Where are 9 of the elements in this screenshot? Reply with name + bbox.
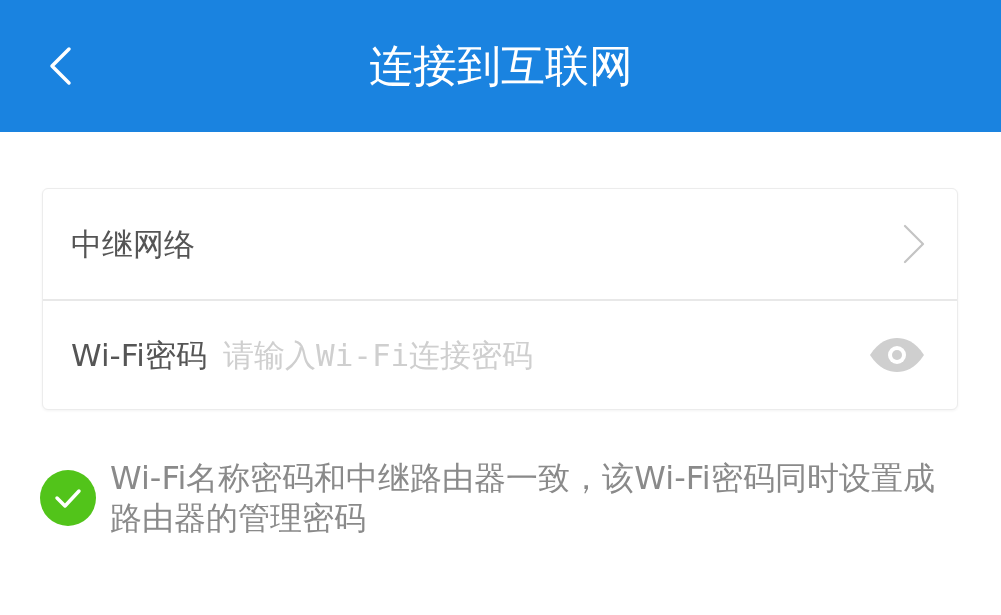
chevron-right-icon bbox=[903, 224, 925, 264]
network-row[interactable]: 中继网络 bbox=[43, 189, 957, 299]
back-chevron-icon bbox=[48, 46, 72, 86]
info-text: Wi-Fi名称密码和中继路由器一致，该Wi-Fi密码同时设置成路由器的管理密码 bbox=[110, 458, 936, 538]
eye-icon bbox=[869, 337, 925, 373]
field-label: Wi-Fi密码 bbox=[71, 335, 207, 375]
check-circle-icon bbox=[40, 470, 96, 526]
page-title: 连接到互联网 bbox=[368, 39, 633, 93]
row-label: 中继网络 bbox=[71, 224, 196, 264]
